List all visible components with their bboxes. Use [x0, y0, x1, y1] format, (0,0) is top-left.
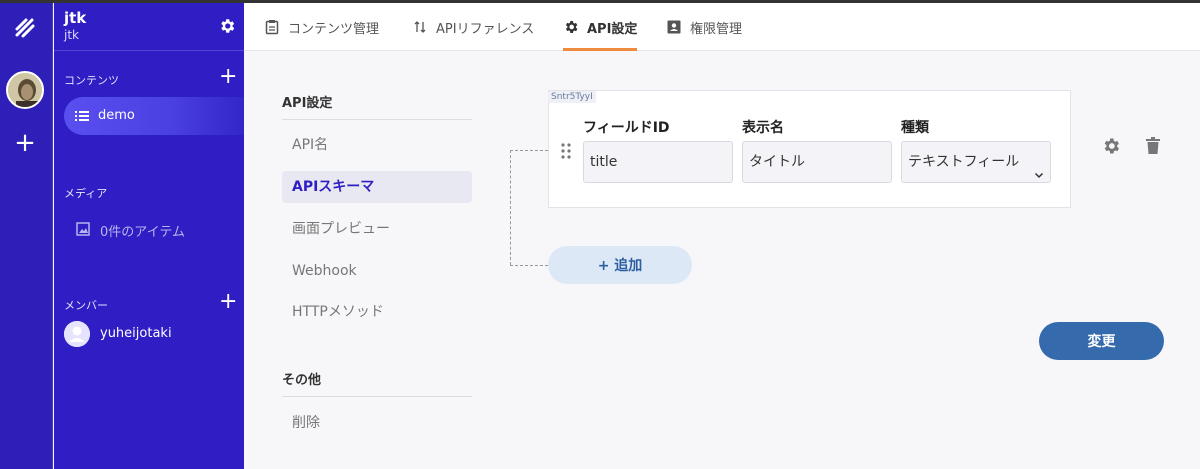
tab-api-reference[interactable]: APIリファレンス — [412, 3, 534, 51]
chevron-down-icon — [1034, 156, 1044, 179]
tab-label: APIリファレンス — [436, 21, 535, 37]
member-name: yuheijotaki — [100, 326, 172, 341]
field-key-tag: Sntr5TyyI — [548, 91, 596, 103]
member-item[interactable]: yuheijotaki — [64, 321, 234, 347]
list-icon — [74, 108, 90, 124]
type-select-value: テキストフィール — [908, 154, 1020, 170]
column-header-display-name: 表示名 — [742, 120, 784, 136]
service-id: jtk — [64, 28, 79, 42]
media-section-label: メディア — [64, 187, 108, 200]
type-select[interactable]: テキストフィール — [901, 141, 1051, 183]
workspace-rail: + — [0, 3, 53, 469]
settings-nav-other-title: その他 — [282, 373, 322, 388]
settings-nav-webhook[interactable]: Webhook — [282, 255, 472, 287]
image-icon — [76, 222, 90, 236]
add-member-button[interactable]: + — [219, 291, 237, 313]
media-count-label: 0件のアイテム — [100, 225, 185, 240]
settings-nav-preview[interactable]: 画面プレビュー — [282, 213, 472, 245]
trash-icon[interactable] — [1143, 136, 1163, 156]
drag-handle-icon[interactable] — [560, 142, 572, 160]
divider — [282, 396, 472, 397]
settings-nav-delete[interactable]: 削除 — [282, 407, 472, 439]
sort-arrows-icon — [412, 19, 428, 35]
field-settings-gear-icon[interactable] — [1101, 136, 1121, 156]
settings-nav-title: API設定 — [282, 96, 333, 111]
settings-nav-api-name[interactable]: API名 — [282, 129, 472, 161]
contents-section-label: コンテンツ — [64, 74, 119, 87]
save-button[interactable]: 変更 — [1039, 322, 1164, 360]
tab-label: コンテンツ管理 — [288, 21, 380, 37]
add-workspace-button[interactable]: + — [13, 130, 37, 156]
settings-nav-http-methods[interactable]: HTTPメソッド — [282, 296, 472, 328]
gear-icon[interactable] — [218, 17, 236, 35]
members-section-label: メンバー — [64, 299, 108, 312]
tab-permissions[interactable]: 権限管理 — [666, 3, 742, 51]
tab-label: 権限管理 — [690, 21, 743, 37]
sidebar-item-demo[interactable]: demo — [64, 97, 244, 135]
settings-nav-api-schema[interactable]: APIスキーマ — [282, 171, 472, 203]
workspace-avatar[interactable] — [6, 71, 44, 109]
field-id-input[interactable]: title — [583, 141, 733, 183]
column-header-field-id: フィールドID — [583, 120, 670, 136]
id-card-icon — [666, 19, 682, 35]
tab-contents[interactable]: コンテンツ管理 — [264, 3, 379, 51]
service-name: jtk — [64, 9, 87, 27]
divider — [282, 119, 472, 120]
add-field-button[interactable]: + 追加 — [548, 246, 692, 284]
gear-icon — [563, 19, 579, 35]
tree-connector — [510, 265, 548, 266]
tree-connector — [510, 150, 548, 151]
app-logo-icon[interactable] — [10, 13, 40, 43]
tab-api-settings[interactable]: API設定 — [563, 3, 638, 51]
add-api-button[interactable]: + — [219, 66, 237, 88]
avatar — [64, 321, 90, 347]
service-header: jtk jtk — [54, 3, 244, 51]
clipboard-icon — [264, 19, 280, 35]
top-tab-bar: コンテンツ管理 APIリファレンス API設定 権限管理 — [244, 3, 1200, 51]
display-name-input[interactable]: タイトル — [742, 141, 892, 183]
column-header-type: 種類 — [901, 120, 929, 136]
sidebar: jtk jtk コンテンツ + demo メディア 0件のアイテム メンバー +… — [54, 3, 244, 469]
tree-connector — [510, 150, 511, 265]
tab-label: API設定 — [587, 21, 638, 37]
sidebar-item-label: demo — [98, 108, 135, 123]
